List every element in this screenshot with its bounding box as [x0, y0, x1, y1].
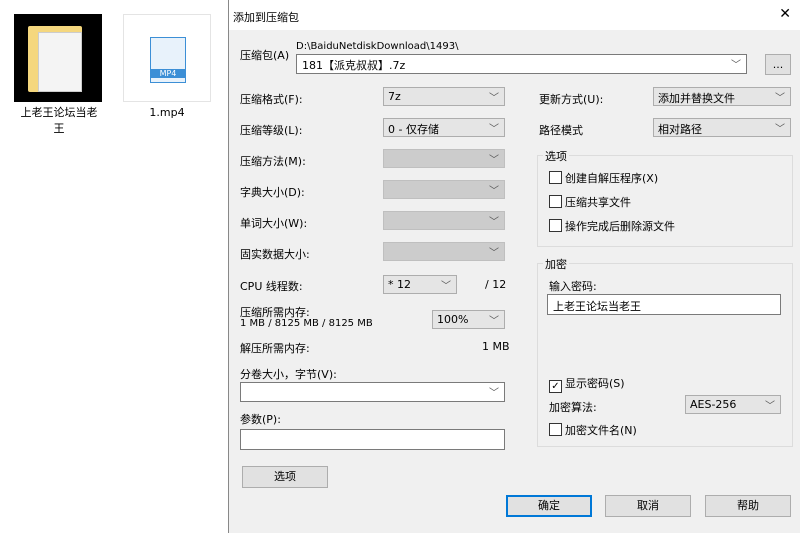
close-icon[interactable]: ✕ [779, 6, 791, 22]
password-input[interactable]: 上老王论坛当老王 [547, 294, 781, 315]
password-label: 输入密码: [549, 280, 597, 293]
level-select[interactable]: 0 - 仅存储 ﹀ [383, 118, 505, 137]
archive-name-combo[interactable]: 181【派克叔叔】.7z ﹀ [296, 54, 747, 74]
encrypt-names-checkbox[interactable]: 加密文件名(N) [549, 422, 637, 438]
dict-label: 字典大小(D): [240, 186, 305, 199]
desktop-folder[interactable]: 上老王论坛当老王 [14, 14, 104, 136]
archive-label: 压缩包(A) [240, 49, 290, 62]
mp4-file-icon: MP4 [150, 37, 186, 83]
cpu-max: / 12 [485, 278, 507, 291]
word-label: 单词大小(W): [240, 217, 308, 230]
format-select[interactable]: 7z ﹀ [383, 87, 505, 106]
options-group-label: 选项 [543, 148, 569, 164]
level-label: 压缩等级(L): [240, 124, 303, 137]
dict-select[interactable]: ﹀ [383, 180, 505, 199]
split-label: 分卷大小，字节(V): [240, 368, 337, 381]
folder-icon [14, 14, 102, 102]
mem-decomp-label: 解压所需内存: [240, 342, 310, 355]
create-sfx-checkbox[interactable]: 创建自解压程序(X) [549, 170, 658, 186]
delete-after-checkbox[interactable]: 操作完成后删除源文件 [549, 218, 675, 234]
method-label: 压缩方法(M): [240, 155, 306, 168]
solid-label: 固实数据大小: [240, 248, 310, 261]
archive-dir: D:\BaiduNetdiskDownload\1493\ [296, 41, 459, 52]
browse-button[interactable]: ... [765, 54, 791, 75]
video-label: 1.mp4 [149, 106, 185, 119]
ok-button[interactable]: 确定 [506, 495, 592, 517]
update-select[interactable]: 添加并替换文件 ﹀ [653, 87, 791, 106]
memory-percent-select[interactable]: 100% ﹀ [432, 310, 505, 329]
encryption-group-label: 加密 [543, 256, 569, 272]
show-password-checkbox[interactable]: ✓ 显示密码(S) [549, 375, 625, 393]
params-label: 参数(P): [240, 413, 281, 426]
enc-method-label: 加密算法: [549, 401, 597, 414]
split-size-combo[interactable]: ﹀ [240, 382, 505, 402]
cancel-button[interactable]: 取消 [605, 495, 691, 517]
update-label: 更新方式(U): [539, 93, 604, 106]
method-select[interactable]: ﹀ [383, 149, 505, 168]
format-label: 压缩格式(F): [240, 93, 303, 106]
compress-shared-checkbox[interactable]: 压缩共享文件 [549, 194, 631, 210]
title-bar: 添加到压缩包 ✕ [229, 0, 800, 30]
add-to-archive-dialog: 添加到压缩包 ✕ 压缩包(A) D:\BaiduNetdiskDownload\… [228, 0, 800, 533]
solid-select[interactable]: ﹀ [383, 242, 505, 261]
word-select[interactable]: ﹀ [383, 211, 505, 230]
desktop-video-file[interactable]: MP4 1.mp4 [123, 14, 211, 119]
cpu-label: CPU 线程数: [240, 280, 303, 293]
chevron-down-icon: ﹀ [731, 60, 741, 71]
mem-comp-value: 1 MB / 8125 MB / 8125 MB [240, 318, 373, 329]
cpu-select[interactable]: * 12 ﹀ [383, 275, 457, 294]
enc-method-select[interactable]: AES-256 ﹀ [685, 395, 781, 414]
path-select[interactable]: 相对路径 ﹀ [653, 118, 791, 137]
folder-label: 上老王论坛当老王 [20, 106, 98, 135]
path-label: 路径模式 [539, 124, 583, 137]
help-button[interactable]: 帮助 [705, 495, 791, 517]
dialog-title: 添加到压缩包 [233, 11, 299, 24]
params-input[interactable] [240, 429, 505, 450]
options-button[interactable]: 选项 [242, 466, 328, 488]
mem-decomp-value: 1 MB [482, 340, 510, 353]
chevron-down-icon: ﹀ [489, 388, 499, 399]
